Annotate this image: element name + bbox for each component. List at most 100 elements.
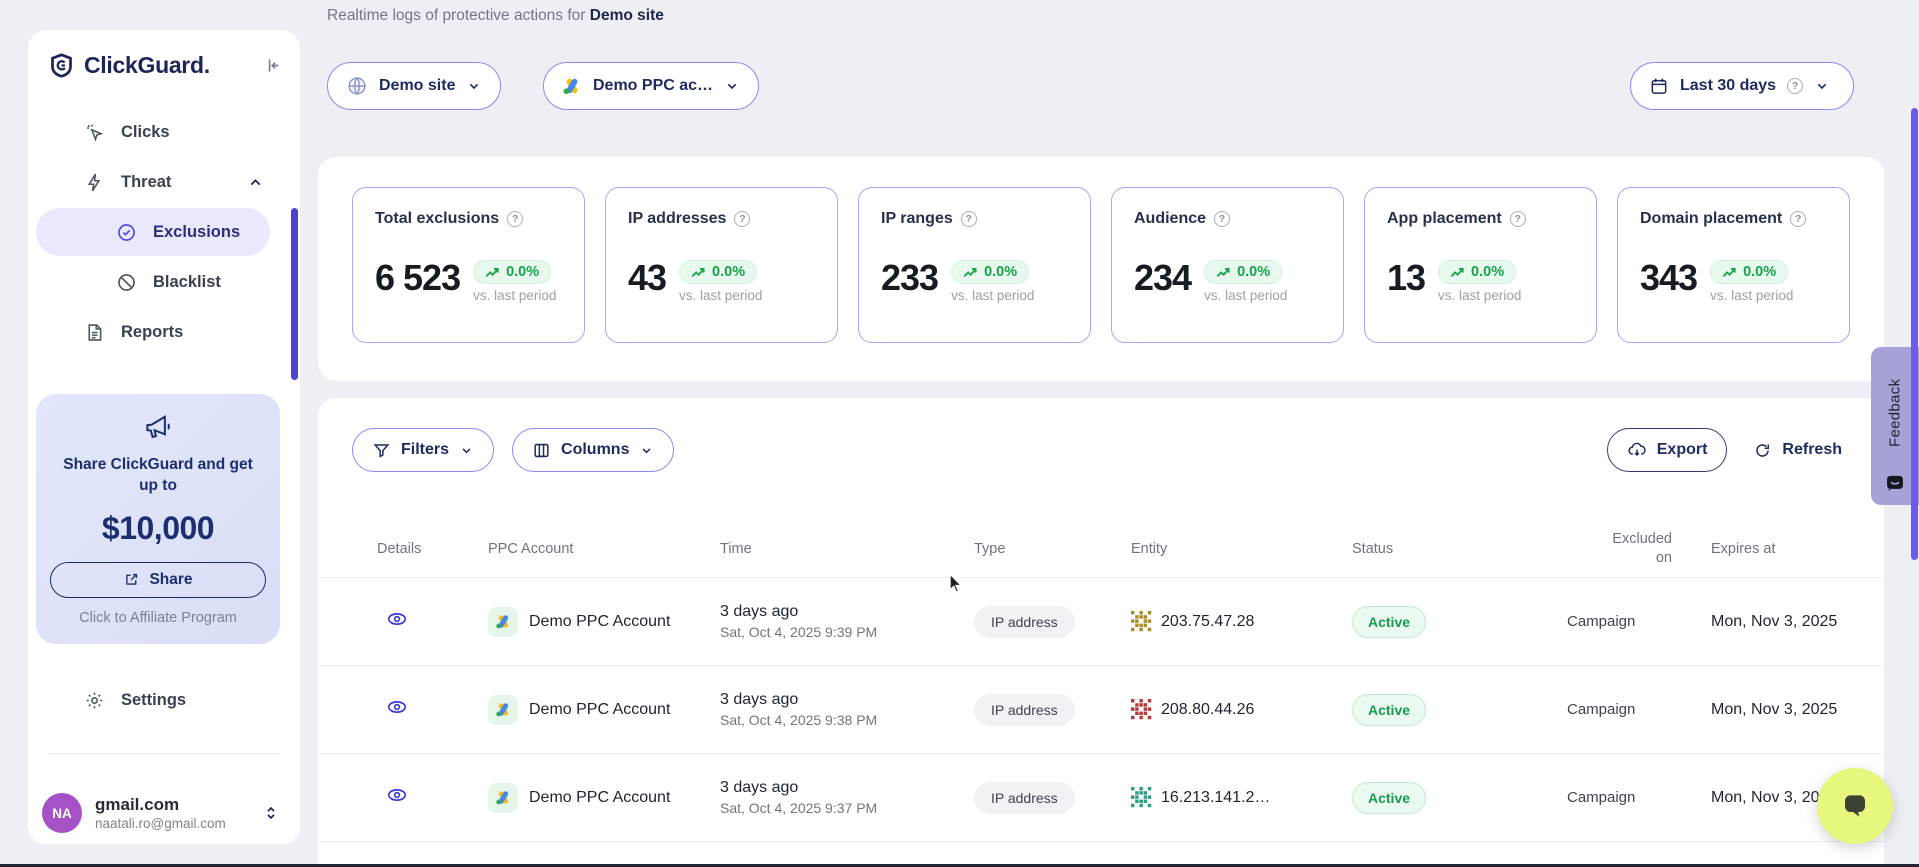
site-name: Demo site xyxy=(590,7,664,24)
stat-card: IP addresses ? 43 0.0% vs. last period xyxy=(605,187,838,343)
stat-card: Audience ? 234 0.0% vs. last period xyxy=(1111,187,1344,343)
entity-identicon-icon xyxy=(1131,787,1152,808)
account-switcher[interactable]: NA gmail.com naatali.ro@gmail.com xyxy=(42,782,286,844)
sidebar-settings: Settings xyxy=(28,675,300,725)
table-toolbar: Filters Columns Export Refresh xyxy=(318,428,1884,472)
sidebar-collapse-button[interactable] xyxy=(263,55,284,76)
entity-cell: 208.80.44.26 xyxy=(1121,699,1346,720)
help-icon[interactable]: ? xyxy=(1214,211,1230,227)
column-header: Details xyxy=(352,541,470,557)
chat-launcher-button[interactable] xyxy=(1817,768,1893,844)
row-details-button[interactable] xyxy=(386,784,408,806)
table-body: Demo PPC Account 3 days ago Sat, Oct 4, … xyxy=(318,578,1884,867)
date-range-dropdown[interactable]: Last 30 days ? xyxy=(1630,62,1854,110)
trend-up-icon xyxy=(691,266,706,279)
sidebar-item-label: Clicks xyxy=(121,123,170,142)
sidebar-item-settings[interactable]: Settings xyxy=(28,675,300,725)
filters-button[interactable]: Filters xyxy=(352,428,494,472)
external-link-icon xyxy=(123,571,140,588)
chevrons-up-down-icon xyxy=(262,804,280,822)
excluded-on-cell: Campaign xyxy=(1561,789,1711,806)
column-header: Time xyxy=(708,541,956,557)
status-badge: Active xyxy=(1352,782,1426,814)
time-cell: 3 days ago Sat, Oct 4, 2025 9:39 PM xyxy=(708,603,956,640)
stat-card: Domain placement ? 343 0.0% vs. last per… xyxy=(1617,187,1850,343)
refresh-button[interactable]: Refresh xyxy=(1745,428,1850,472)
export-button[interactable]: Export xyxy=(1607,428,1728,472)
stat-delta-note: vs. last period xyxy=(1438,288,1521,303)
columns-button[interactable]: Columns xyxy=(512,428,674,472)
cursor-click-icon xyxy=(84,122,105,143)
chevron-down-icon xyxy=(724,78,740,94)
gear-icon xyxy=(84,690,105,711)
page-scrollbar[interactable] xyxy=(1911,108,1918,560)
help-icon[interactable]: ? xyxy=(507,211,523,227)
sidebar-item-label: Settings xyxy=(121,691,186,710)
help-icon[interactable]: ? xyxy=(1787,78,1803,94)
sidebar-item-clicks[interactable]: Clicks xyxy=(28,107,300,157)
help-icon[interactable]: ? xyxy=(734,211,750,227)
excluded-on-cell: Campaign xyxy=(1561,701,1711,718)
stats-cards: Total exclusions ? 6 523 0.0% vs. last p… xyxy=(318,157,1884,343)
column-header: Excluded on xyxy=(1561,530,1711,568)
promo-amount: $10,000 xyxy=(36,510,280,547)
chevron-down-icon xyxy=(639,443,654,458)
filter-icon xyxy=(372,441,391,460)
help-icon[interactable]: ? xyxy=(1510,211,1526,227)
ppc-account-selector-dropdown[interactable]: Demo PPC ac… xyxy=(543,62,759,110)
sidebar-item-label: Exclusions xyxy=(153,223,240,242)
stat-value: 6 523 xyxy=(375,260,460,296)
columns-icon xyxy=(532,441,551,460)
stat-card: Total exclusions ? 6 523 0.0% vs. last p… xyxy=(352,187,585,343)
trend-up-icon xyxy=(1216,266,1231,279)
stats-panel: Total exclusions ? 6 523 0.0% vs. last p… xyxy=(318,157,1884,381)
chevron-up-icon xyxy=(247,174,264,191)
sidebar-nav: Clicks Threat Exclusions xyxy=(28,107,300,357)
megaphone-icon xyxy=(143,412,173,442)
sidebar-divider xyxy=(48,753,280,754)
stat-delta-note: vs. last period xyxy=(473,288,556,303)
eye-icon xyxy=(386,696,408,718)
column-header: Entity xyxy=(1121,541,1346,557)
entity-cell: 16.213.141.2… xyxy=(1121,787,1346,808)
google-ads-icon xyxy=(488,695,518,725)
feedback-chat-icon xyxy=(1885,473,1905,493)
sidebar-item-blacklist[interactable]: Blacklist xyxy=(28,257,300,307)
lightning-icon xyxy=(84,172,105,193)
stat-label: Audience xyxy=(1134,210,1206,228)
help-icon[interactable]: ? xyxy=(1790,211,1806,227)
stat-delta-badge: 0.0% xyxy=(951,260,1029,284)
ppc-account-name: Demo PPC Account xyxy=(529,613,670,631)
type-badge: IP address xyxy=(974,694,1075,726)
avatar: NA xyxy=(42,793,82,833)
row-details-button[interactable] xyxy=(386,608,408,630)
cloud-download-icon xyxy=(1627,440,1647,460)
page-subtitle: Realtime logs of protective actions for … xyxy=(327,7,664,25)
affiliate-promo-card[interactable]: Share ClickGuard and get up to $10,000 S… xyxy=(36,394,280,644)
stat-delta-note: vs. last period xyxy=(679,288,762,303)
trend-up-icon xyxy=(963,266,978,279)
stat-label: IP addresses xyxy=(628,210,726,228)
sidebar-item-exclusions[interactable]: Exclusions xyxy=(36,208,270,256)
site-selector-dropdown[interactable]: Demo site xyxy=(327,62,501,110)
sidebar-item-label: Reports xyxy=(121,323,183,342)
brand-name[interactable]: ClickGuard. xyxy=(84,52,210,79)
stat-card: IP ranges ? 233 0.0% vs. last period xyxy=(858,187,1091,343)
sidebar-item-threat[interactable]: Threat xyxy=(28,157,300,207)
clickguard-logo-icon[interactable] xyxy=(48,52,75,79)
ppc-account-name: Demo PPC Account xyxy=(529,701,670,719)
stat-delta-badge: 0.0% xyxy=(473,260,551,284)
row-details-button[interactable] xyxy=(386,696,408,718)
trend-up-icon xyxy=(1722,266,1737,279)
stat-value: 343 xyxy=(1640,260,1697,296)
stat-delta-note: vs. last period xyxy=(1710,288,1793,303)
excluded-on-cell: Campaign xyxy=(1561,613,1711,630)
stat-label: App placement xyxy=(1387,210,1502,228)
user-name: gmail.com xyxy=(95,795,226,815)
table-header-row: Details PPC Account Time Type Entity Sta… xyxy=(318,520,1884,578)
help-icon[interactable]: ? xyxy=(961,211,977,227)
sidebar-item-reports[interactable]: Reports xyxy=(28,307,300,357)
stat-label: Total exclusions xyxy=(375,210,499,228)
share-button[interactable]: Share xyxy=(50,562,266,598)
sidebar-scrollbar[interactable] xyxy=(291,208,298,380)
